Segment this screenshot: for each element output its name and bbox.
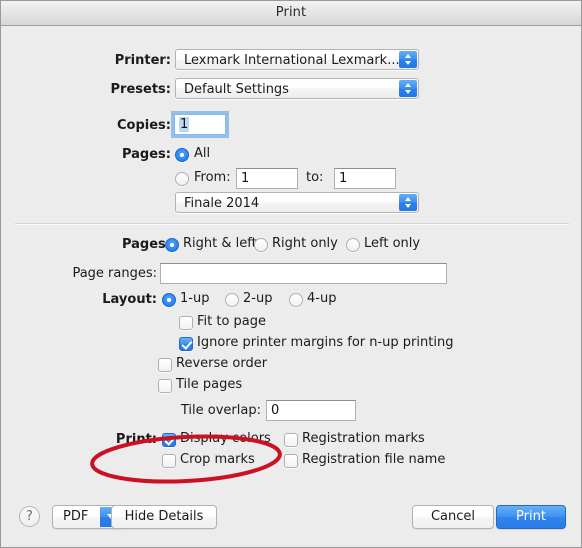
- registration-marks-checkbox[interactable]: [284, 433, 298, 447]
- tile-pages-label: Tile pages: [176, 377, 243, 392]
- page-ranges-input[interactable]: [160, 263, 447, 284]
- printer-popup-button[interactable]: Lexmark International Lexmark...: [175, 49, 419, 70]
- reverse-order-label: Reverse order: [176, 356, 268, 371]
- display-colors-checkbox[interactable]: [162, 433, 176, 447]
- crop-marks-label: Crop marks: [180, 452, 255, 467]
- fit-to-page-label: Fit to page: [197, 314, 267, 329]
- display-colors-label: Display colors: [180, 431, 271, 446]
- ignore-printer-margins-checkbox[interactable]: [179, 337, 193, 351]
- pages-label: Pages:: [121, 147, 171, 162]
- pane-popup-value: Finale 2014: [184, 196, 260, 211]
- help-button[interactable]: ?: [19, 506, 40, 527]
- pages-to-value: 1: [339, 171, 348, 186]
- title-bar: Print: [1, 1, 581, 26]
- registration-marks-label: Registration marks: [302, 431, 425, 446]
- pages-to-input[interactable]: 1: [334, 168, 396, 189]
- presets-popup-value: Default Settings: [184, 82, 289, 97]
- print-dialog-window: Print Printer: Lexmark International Lex…: [0, 0, 582, 548]
- copies-input-value: 1: [179, 117, 190, 132]
- page-ranges-label: Page ranges:: [72, 266, 157, 281]
- pages-from-label: From:: [194, 170, 231, 185]
- pages-all-label: All: [194, 146, 211, 161]
- pages-side-label-right-only: Right only: [272, 236, 338, 251]
- print-button[interactable]: Print: [496, 505, 566, 529]
- layout-label-2-up: 2-up: [243, 291, 273, 306]
- printer-popup-value: Lexmark International Lexmark...: [184, 53, 399, 68]
- up-down-arrows-icon: [399, 194, 417, 211]
- layout-radio-2-up[interactable]: [225, 293, 239, 307]
- ignore-printer-margins-label: Ignore printer margins for n-up printing: [197, 335, 454, 350]
- section-divider: [15, 223, 569, 225]
- copies-input[interactable]: 1: [174, 114, 226, 135]
- pages-side-radio-right-and-left[interactable]: [165, 238, 179, 252]
- dialog-body: Printer: Lexmark International Lexmark..…: [1, 27, 581, 547]
- pages-range-radio[interactable]: [175, 172, 189, 186]
- copies-label: Copies:: [117, 118, 171, 133]
- layout-radio-1-up[interactable]: [162, 293, 176, 307]
- presets-popup-button[interactable]: Default Settings: [175, 78, 419, 99]
- layout-radio-4-up[interactable]: [289, 293, 303, 307]
- pane-popup-button[interactable]: Finale 2014: [175, 192, 419, 213]
- printer-label: Printer:: [114, 53, 171, 68]
- window-title: Print: [275, 5, 307, 20]
- copies-selected-text: 1: [179, 117, 190, 132]
- pages-side-radio-right-only[interactable]: [254, 238, 268, 252]
- tile-overlap-input[interactable]: 0: [266, 400, 356, 421]
- reverse-order-checkbox[interactable]: [158, 358, 172, 372]
- up-down-arrows-icon: [399, 80, 417, 97]
- pages-from-input[interactable]: 1: [236, 168, 298, 189]
- up-down-arrows-icon: [399, 51, 417, 68]
- presets-label: Presets:: [110, 82, 171, 97]
- pages-side-label-left-only: Left only: [364, 236, 421, 251]
- fit-to-page-checkbox[interactable]: [179, 316, 193, 330]
- tile-overlap-value: 0: [271, 403, 280, 418]
- tile-pages-checkbox[interactable]: [158, 379, 172, 393]
- crop-marks-checkbox[interactable]: [162, 454, 176, 468]
- registration-file-name-label: Registration file name: [302, 452, 446, 467]
- pages-side-label-right-and-left: Right & left: [183, 236, 257, 251]
- layout-label-4-up: 4-up: [307, 291, 337, 306]
- pages-all-radio[interactable]: [175, 148, 189, 162]
- pdf-menu-label: PDF: [63, 509, 89, 524]
- print-options-label: Print:: [115, 432, 157, 447]
- registration-file-name-checkbox[interactable]: [284, 454, 298, 468]
- pages-side-label: Pages:: [121, 237, 171, 252]
- hide-details-button[interactable]: Hide Details: [111, 505, 217, 529]
- cancel-button[interactable]: Cancel: [412, 505, 494, 529]
- pages-side-radio-left-only[interactable]: [346, 238, 360, 252]
- layout-label-1-up: 1-up: [180, 291, 210, 306]
- pages-from-value: 1: [241, 171, 250, 186]
- tile-overlap-label: Tile overlap:: [180, 403, 261, 418]
- pages-to-label: to:: [306, 170, 324, 185]
- layout-label: Layout:: [102, 292, 157, 307]
